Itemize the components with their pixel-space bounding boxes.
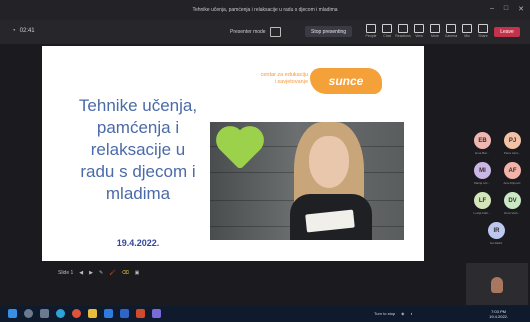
participant-name: Lucija Fabi...: [473, 211, 491, 215]
presenter-mode-label: Presenter mode: [230, 29, 266, 35]
presentation-slide: Tehnike učenja, pamćenja i relaksacije u…: [42, 46, 424, 261]
stop-presenting-button[interactable]: Stop presenting: [305, 26, 353, 37]
search-icon[interactable]: [24, 309, 33, 318]
window-title: Tehnike učenja, pamćenja i relaksacije u…: [192, 7, 338, 13]
slide-title: Tehnike učenja, pamćenja i relaksacije u…: [78, 96, 198, 203]
self-video-preview[interactable]: [466, 263, 528, 305]
participant-avatar[interactable]: AF: [504, 162, 521, 179]
toolbar-people-button[interactable]: People: [365, 24, 377, 38]
chat-icon: [382, 24, 392, 33]
pen-tool-button[interactable]: ✎: [99, 270, 103, 276]
close-button[interactable]: ✕: [518, 5, 524, 13]
toolbar-mic-button[interactable]: Mic: [461, 24, 473, 38]
word-icon[interactable]: [120, 309, 129, 318]
taskbar-apps: [8, 309, 161, 318]
camera-icon: [446, 24, 456, 33]
powerpoint-icon[interactable]: [136, 309, 145, 318]
share-icon: [478, 24, 488, 33]
more-icon: [430, 24, 440, 33]
minimize-button[interactable]: –: [490, 5, 494, 13]
sunce-logo: sunce: [310, 68, 382, 94]
network-icon[interactable]: ◈: [401, 311, 404, 316]
presenter-mode-icon: [269, 27, 281, 37]
system-tray: Turn to stop ◈ ◖: [374, 311, 413, 316]
maximize-button[interactable]: □: [504, 5, 508, 13]
presentation-controls: Slide 1 ◀ ▶ ✎ 🖌 ⌫ ▣: [58, 268, 139, 278]
toolbar-camera-button[interactable]: Camera: [445, 24, 457, 38]
outlook-icon[interactable]: [104, 309, 113, 318]
toolbar-more-button[interactable]: More: [429, 24, 441, 38]
participant-avatar[interactable]: LF: [474, 192, 491, 209]
fullscreen-button[interactable]: ▣: [135, 270, 140, 276]
previous-slide-button[interactable]: ◀: [79, 270, 83, 276]
participant-name: Marija Ivić...: [473, 181, 490, 185]
eraser-button[interactable]: ⌫: [122, 270, 129, 276]
title-bar: Tehnike učenja, pamćenja i relaksacije u…: [0, 0, 530, 20]
windows-icon[interactable]: [8, 309, 17, 318]
slide-photo: [210, 122, 404, 240]
logo-text: sunce: [328, 74, 364, 88]
participant-name: Iva Radić: [489, 241, 503, 245]
meeting-toolbar: ◔ 02:41 Presenter mode Stop presenting P…: [0, 20, 530, 44]
window-controls: – □ ✕: [490, 5, 524, 13]
tray-status[interactable]: Turn to stop: [374, 311, 395, 316]
view-icon: [414, 24, 424, 33]
participant-name: Ana Filipović: [503, 181, 521, 185]
leave-button[interactable]: Leave: [494, 27, 520, 37]
toolbar-share-button[interactable]: Share: [477, 24, 489, 38]
participant-avatar[interactable]: IR: [488, 222, 505, 239]
toolbar-icons: People Chat Reactions View More Camera M…: [365, 24, 489, 38]
girl-face: [309, 136, 349, 188]
slide-counter: Slide 1: [58, 270, 74, 276]
meeting-timer: ◔ 02:41: [12, 28, 35, 34]
participant-name: Ema Bal...: [475, 151, 489, 155]
participant-avatar[interactable]: MI: [474, 162, 491, 179]
self-person-figure: [491, 277, 503, 293]
highlighter-button[interactable]: 🖌: [109, 270, 115, 276]
meeting-stage: Tehnike učenja, pamćenja i relaksacije u…: [0, 44, 530, 306]
slide-date: 19.4.2022.: [116, 238, 160, 248]
organization-text: centar za edukaciju i savjetovanje: [260, 72, 308, 85]
toolbar-chat-button[interactable]: Chat: [381, 24, 393, 38]
volume-icon[interactable]: ◖: [410, 311, 412, 316]
toolbar-view-button[interactable]: View: [413, 24, 425, 38]
mic-icon: [462, 24, 472, 33]
teams-icon[interactable]: [152, 309, 161, 318]
task-view-icon[interactable]: [40, 309, 49, 318]
participant-name: Dora Vlah...: [504, 211, 520, 215]
toolbar-reactions-button[interactable]: Reactions: [395, 24, 411, 38]
chrome-icon[interactable]: [72, 309, 81, 318]
timer-text: 02:41: [19, 28, 35, 34]
raise-hand-icon: [398, 24, 408, 33]
presenter-mode-button[interactable]: Presenter mode: [230, 27, 281, 37]
edge-icon[interactable]: [56, 309, 65, 318]
shield-icon: ◔: [12, 28, 16, 34]
taskbar-clock[interactable]: 7:03 PM 19.4.2022.: [489, 309, 508, 319]
participant-avatar[interactable]: EB: [474, 132, 491, 149]
stop-presenting-label: Stop presenting: [311, 28, 347, 35]
leave-label: Leave: [500, 29, 514, 35]
next-slide-button[interactable]: ▶: [89, 270, 93, 276]
participant-name: Petra Jard...: [503, 151, 521, 155]
participant-avatar[interactable]: PJ: [504, 132, 521, 149]
windows-taskbar: Turn to stop ◈ ◖ 7:03 PM 19.4.2022.: [0, 306, 530, 322]
files-icon[interactable]: [88, 309, 97, 318]
clock-date: 19.4.2022.: [489, 314, 508, 319]
participant-avatar[interactable]: DV: [504, 192, 521, 209]
green-heart-icon: [220, 130, 260, 170]
people-icon: [366, 24, 376, 33]
